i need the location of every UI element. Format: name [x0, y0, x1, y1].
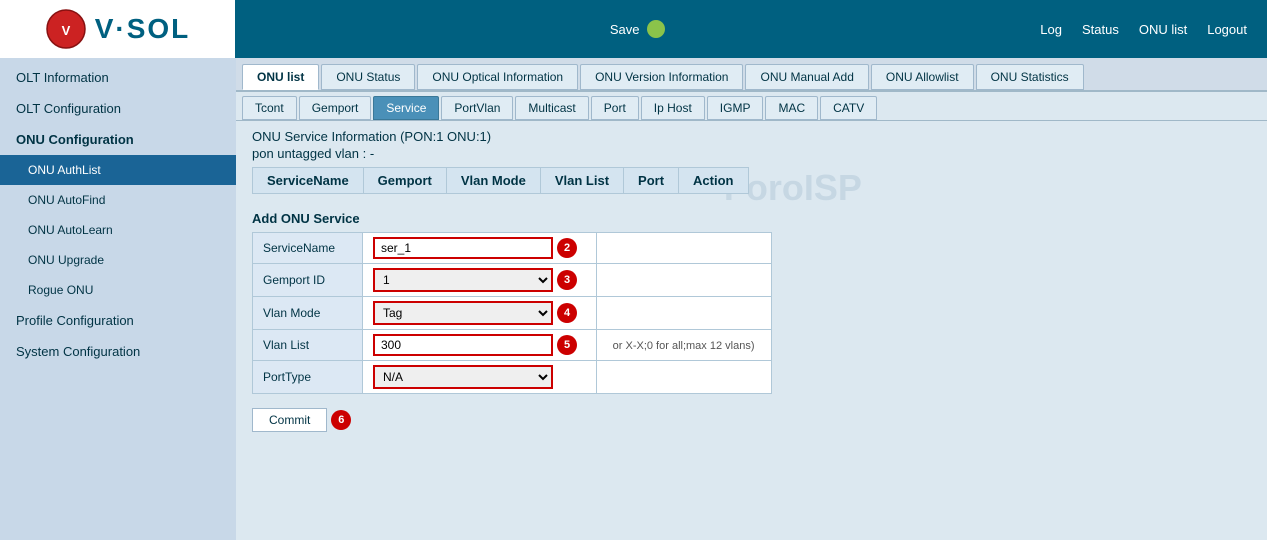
tab2-tcont[interactable]: Tcont [242, 96, 297, 120]
tab-bar-2: Tcont Gemport Service PortVlan Multicast… [236, 92, 1267, 121]
col-port: Port [624, 168, 679, 194]
tab1-onu-optical[interactable]: ONU Optical Information [417, 64, 578, 90]
tab-bar-1: ONU list ONU Status ONU Optical Informat… [236, 58, 1267, 92]
top-right-nav: Log Status ONU list Logout [1040, 22, 1247, 37]
cell-servicename-extra [596, 233, 771, 264]
top-bar: V V·SOL Save Log Status ONU list Logout [0, 0, 1267, 58]
badge-4: 4 [557, 303, 577, 323]
logo-icon: V [45, 8, 87, 50]
cell-gemport: 1234 3 [363, 264, 597, 297]
form-row-vlanmode: Vlan Mode TagTransparentTranslate 4 [253, 297, 772, 330]
select-porttype[interactable]: N/AETHVEIP [373, 365, 553, 389]
sidebar: OLT Information OLT Configuration ONU Co… [0, 58, 236, 540]
sidebar-item-system-config[interactable]: System Configuration [0, 336, 236, 367]
col-vlan-mode: Vlan Mode [446, 168, 540, 194]
sidebar-item-olt-config[interactable]: OLT Configuration [0, 93, 236, 124]
tab2-ip-host[interactable]: Ip Host [641, 96, 705, 120]
tab2-mac[interactable]: MAC [765, 96, 818, 120]
sidebar-item-onu-config[interactable]: ONU Configuration [0, 124, 236, 155]
cell-porttype-extra [596, 361, 771, 394]
service-table: ServiceName Gemport Vlan Mode Vlan List … [252, 167, 749, 194]
cell-porttype: N/AETHVEIP [363, 361, 597, 394]
sidebar-item-onu-authlist[interactable]: ONU AuthList [0, 155, 236, 185]
tab2-multicast[interactable]: Multicast [515, 96, 588, 120]
cell-vlanlist-hint: or X-X;0 for all;max 12 vlans) [596, 330, 771, 361]
input-badge-wrap-vlanlist: 5 [373, 334, 586, 356]
col-gemport: Gemport [363, 168, 446, 194]
log-link[interactable]: Log [1040, 22, 1062, 37]
watermark-area: ForoISP ServiceName Gemport Vlan Mode Vl… [252, 167, 1251, 199]
tab1-onu-status[interactable]: ONU Status [321, 64, 415, 90]
tab2-catv[interactable]: CATV [820, 96, 877, 120]
tab1-onu-version[interactable]: ONU Version Information [580, 64, 743, 90]
label-vlanmode: Vlan Mode [253, 297, 363, 330]
status-link[interactable]: Status [1082, 22, 1119, 37]
badge-6: 6 [331, 410, 351, 430]
badge-3: 3 [557, 270, 577, 290]
svg-text:V: V [61, 23, 70, 38]
logout-link[interactable]: Logout [1207, 22, 1247, 37]
status-dot [647, 20, 665, 38]
cell-vlanmode-extra [596, 297, 771, 330]
onu-list-link[interactable]: ONU list [1139, 22, 1187, 37]
badge-5: 5 [557, 335, 577, 355]
input-servicename[interactable] [373, 237, 553, 259]
input-badge-wrap-gemport: 1234 3 [373, 268, 586, 292]
cell-gemport-extra [596, 264, 771, 297]
cell-vlanmode: TagTransparentTranslate 4 [363, 297, 597, 330]
save-label: Save [610, 22, 640, 37]
logo-area: V V·SOL [0, 0, 235, 58]
tab2-gemport[interactable]: Gemport [299, 96, 372, 120]
info-title: ONU Service Information (PON:1 ONU:1) [252, 129, 1251, 144]
commit-area: Commit 6 [236, 402, 1267, 436]
sidebar-item-onu-autofind[interactable]: ONU AutoFind [0, 185, 236, 215]
save-area: Save [610, 20, 666, 38]
tab1-onu-manual-add[interactable]: ONU Manual Add [745, 64, 868, 90]
cell-servicename: 2 [363, 233, 597, 264]
add-service-section: Add ONU Service ServiceName 2 [236, 203, 1267, 402]
tab2-port[interactable]: Port [591, 96, 639, 120]
info-section: ONU Service Information (PON:1 ONU:1) po… [236, 121, 1267, 167]
label-vlanlist: Vlan List [253, 330, 363, 361]
select-gemport[interactable]: 1234 [373, 268, 553, 292]
tab2-igmp[interactable]: IGMP [707, 96, 764, 120]
input-badge-wrap-vlanmode: TagTransparentTranslate 4 [373, 301, 586, 325]
badge-2: 2 [557, 238, 577, 258]
col-action: Action [679, 168, 748, 194]
input-badge-wrap-servicename: 2 [373, 237, 586, 259]
form-row-vlanlist: Vlan List 5 or X-X;0 for all;max 12 vlan… [253, 330, 772, 361]
logo-text: V·SOL [95, 13, 191, 45]
commit-button[interactable]: Commit [252, 408, 327, 432]
col-vlan-list: Vlan List [540, 168, 623, 194]
sidebar-item-olt-info[interactable]: OLT Information [0, 62, 236, 93]
sidebar-item-onu-upgrade[interactable]: ONU Upgrade [0, 245, 236, 275]
label-porttype: PortType [253, 361, 363, 394]
form-row-servicename: ServiceName 2 [253, 233, 772, 264]
sidebar-item-profile-config[interactable]: Profile Configuration [0, 305, 236, 336]
add-service-title: Add ONU Service [252, 211, 1251, 226]
tab1-onu-list[interactable]: ONU list [242, 64, 319, 90]
info-vlan: pon untagged vlan : - [252, 146, 1251, 161]
cell-vlanlist: 5 [363, 330, 597, 361]
tab1-onu-allowlist[interactable]: ONU Allowlist [871, 64, 974, 90]
content-area: ONU list ONU Status ONU Optical Informat… [236, 58, 1267, 540]
sidebar-item-onu-autolearn[interactable]: ONU AutoLearn [0, 215, 236, 245]
label-gemport: Gemport ID [253, 264, 363, 297]
vlanlist-hint: or X-X;0 for all;max 12 vlans) [607, 340, 755, 352]
label-servicename: ServiceName [253, 233, 363, 264]
select-vlanmode[interactable]: TagTransparentTranslate [373, 301, 553, 325]
form-row-gemport: Gemport ID 1234 3 [253, 264, 772, 297]
commit-row: Commit 6 [252, 408, 1251, 432]
input-vlanlist[interactable] [373, 334, 553, 356]
tab2-service[interactable]: Service [373, 96, 439, 120]
col-service-name: ServiceName [253, 168, 364, 194]
main-layout: OLT Information OLT Configuration ONU Co… [0, 58, 1267, 540]
form-table: ServiceName 2 Gemport ID [252, 232, 772, 394]
form-row-porttype: PortType N/AETHVEIP [253, 361, 772, 394]
tab2-portvlan[interactable]: PortVlan [441, 96, 513, 120]
tab1-onu-statistics[interactable]: ONU Statistics [976, 64, 1084, 90]
sidebar-item-rogue-onu[interactable]: Rogue ONU [0, 275, 236, 305]
